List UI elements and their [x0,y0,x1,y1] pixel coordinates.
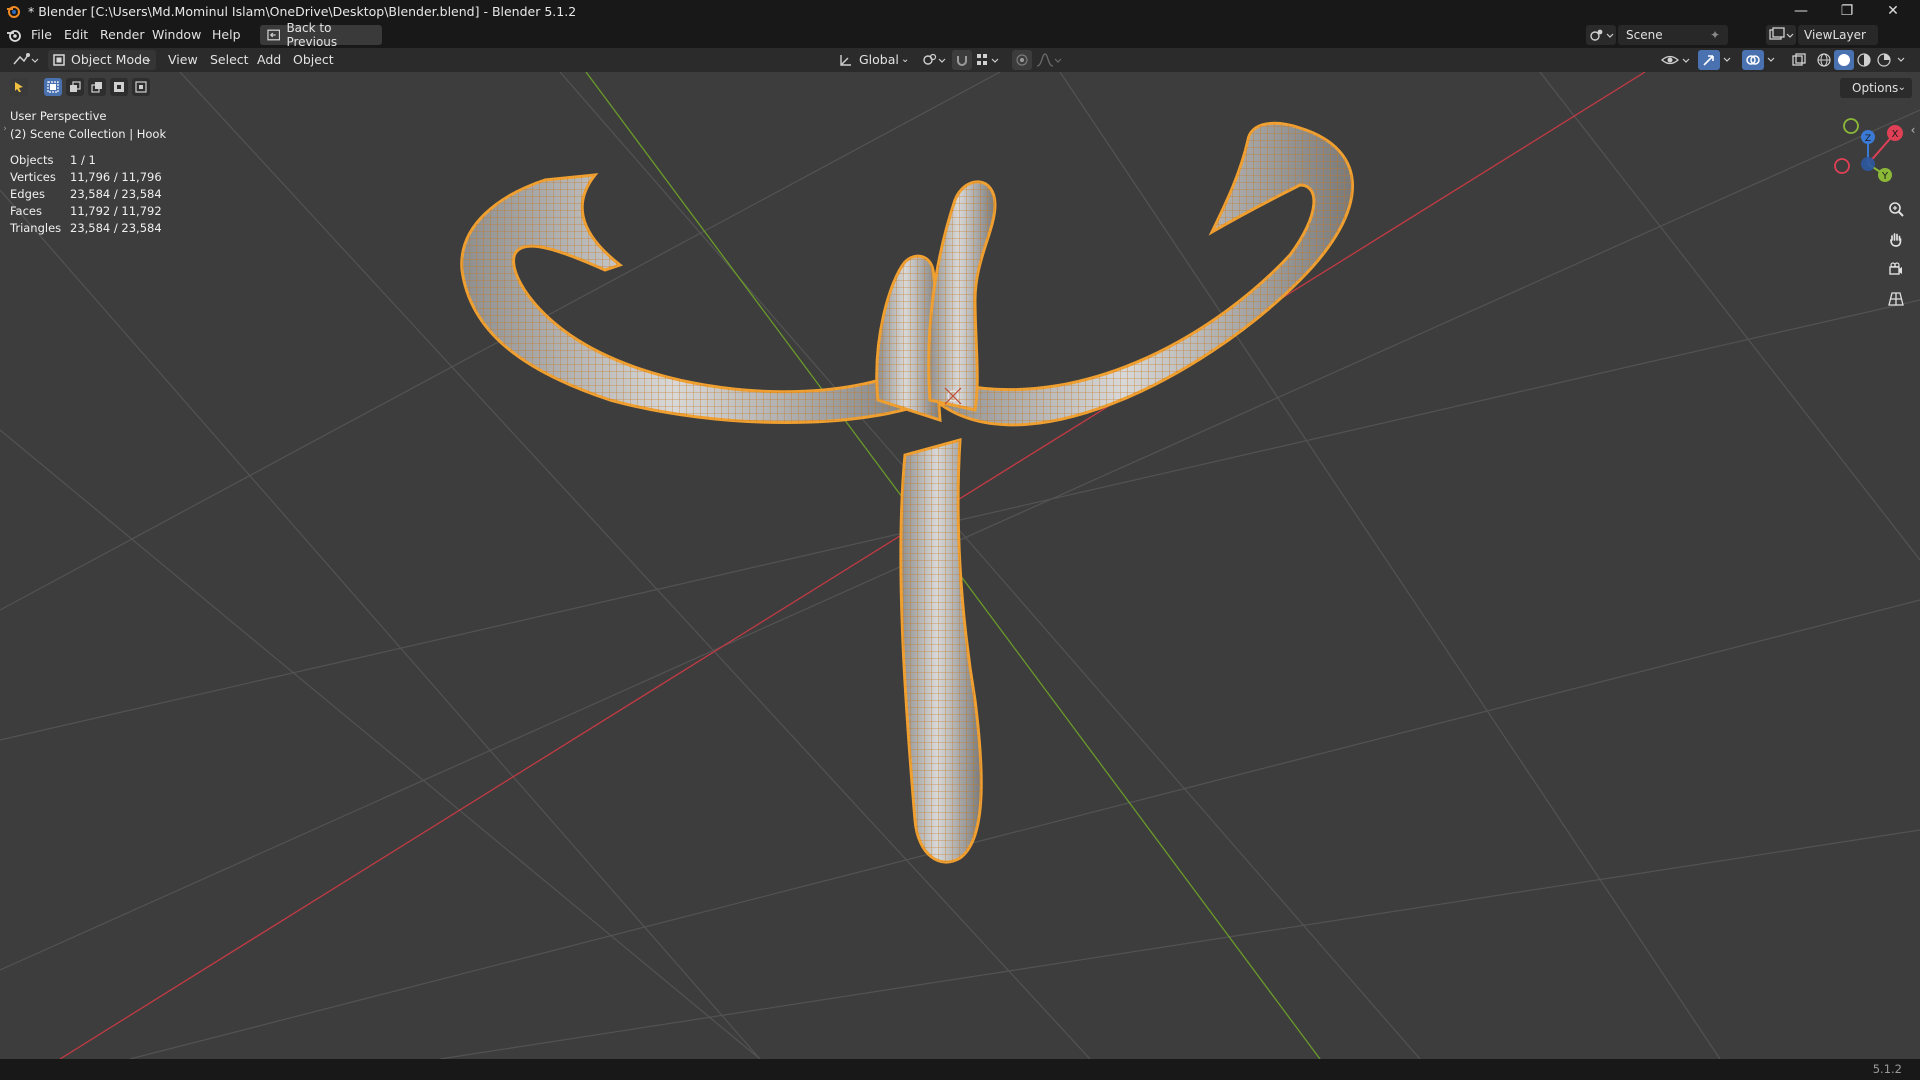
window-title: * Blender [C:\Users\Md.Mominul Islam\One… [28,3,577,19]
subtract-selection-icon[interactable] [88,78,106,96]
menu-file[interactable]: File [31,22,52,48]
menu-window[interactable]: Window [152,22,201,48]
scene-name: Scene [1626,28,1663,42]
snap-target-icon[interactable] [974,50,1002,70]
title-bar: * Blender [C:\Users\Md.Mominul Islam\One… [0,0,1920,22]
select-tool-row [10,78,150,96]
navigation-gizmo[interactable]: X Y Z [1834,118,1903,182]
menu-object[interactable]: Object [293,48,334,72]
camera-view-icon[interactable] [1884,257,1908,281]
menu-add[interactable]: Add [257,48,281,72]
options-label: Options [1852,81,1899,95]
gizmo-x-label: X [1892,129,1899,140]
view-layer-name-field[interactable]: ViewLayer [1798,25,1878,45]
orientation-axes-icon [840,55,851,66]
back-to-previous-label: Back to Previous [286,21,338,49]
restore-icon[interactable]: ❐ [1824,0,1870,22]
editor-type-icon[interactable] [10,50,40,70]
pin-icon[interactable]: ✦ [1710,25,1720,45]
back-to-previous-button[interactable]: Back to Previous [260,21,382,49]
minimize-icon[interactable]: — [1778,0,1824,22]
chevron-down-icon: ⌄ [1897,82,1906,93]
visibility-eye-icon[interactable] [1660,50,1692,70]
wireframe-shading-icon[interactable] [1814,50,1834,70]
set-new-selection-icon[interactable] [44,78,62,96]
chevron-down-icon[interactable] [1764,50,1778,70]
menu-edit[interactable]: Edit [64,22,88,48]
blender-menu-icon[interactable] [6,28,22,42]
scene-browse-button[interactable] [1586,25,1616,45]
invert-selection-icon[interactable] [110,78,128,96]
chevron-down-icon[interactable] [1894,50,1908,70]
stat-row-triangles: Triangles 23,584 / 23,584 [10,221,162,235]
menu-view[interactable]: View [168,48,198,72]
sidebar-toggle-icon[interactable]: ‹ [1908,122,1918,138]
viewport-header: Object Mode ⌄ View Select Add Object Glo… [0,48,1920,72]
stat-row-objects: Objects 1 / 1 [10,153,96,167]
gizmo-y-negative[interactable] [1843,118,1859,134]
transform-orientation-label: Global [859,52,899,67]
viewport-stats-overlay: User Perspective (2) Scene Collection | … [10,108,166,237]
xray-toggle-icon[interactable] [1788,50,1810,70]
close-icon[interactable]: ✕ [1870,0,1916,22]
viewport-scene[interactable]: X Y Z [0,72,1920,1059]
overlays-toggle-icon[interactable] [1742,50,1764,70]
status-bar: 5.1.2 [0,1059,1920,1080]
zoom-icon[interactable] [1884,197,1908,221]
gizmo-toggle-icon[interactable] [1698,50,1720,70]
transform-orientation-dropdown[interactable]: Global ⌄ [836,48,912,72]
menu-help[interactable]: Help [212,22,241,48]
perspective-grid-icon[interactable] [1884,287,1908,311]
gizmo-z-label: Z [1865,134,1871,144]
menu-select[interactable]: Select [210,48,249,72]
gizmo-y-label: Y [1881,171,1889,182]
top-menu-bar: File Edit Render Window Help Back to Pre… [0,21,1920,64]
view-layer-browse-button[interactable] [1766,25,1796,45]
active-collection: (2) Scene Collection | Hook [10,127,167,141]
stat-row-edges: Edges 23,584 / 23,584 [10,187,162,201]
rendered-shading-icon[interactable] [1874,50,1894,70]
pivot-point-icon[interactable] [920,50,948,70]
chevron-down-icon: ⌄ [144,54,153,65]
stat-row-faces: Faces 11,792 / 11,792 [10,204,162,218]
screen-back-icon [267,29,281,41]
solid-shading-icon[interactable] [1834,50,1854,70]
blender-logo-icon [7,6,20,18]
select-box-tool[interactable] [10,78,28,96]
options-dropdown[interactable]: Options ⌄ [1840,78,1912,98]
pan-hand-icon[interactable] [1884,227,1908,251]
x-axis-line [59,72,1646,1059]
view-layer-icon [1769,27,1794,40]
hook-mesh-object[interactable] [460,121,1354,864]
view-layer-name: ViewLayer [1804,28,1866,42]
3d-viewport[interactable]: X Y Z [0,72,1920,1059]
falloff-curve-icon[interactable] [1034,50,1062,70]
stat-row-vertices: Vertices 11,796 / 11,796 [10,170,162,184]
toolbar-expand-icon[interactable]: › [2,123,8,135]
viewport-navigation-buttons [1884,197,1908,311]
snap-toggle-icon[interactable] [952,50,972,70]
chevron-down-icon[interactable] [1720,50,1734,70]
blender-version: 5.1.2 [1872,1062,1902,1076]
object-mode-dropdown[interactable]: Object Mode ⌄ [48,50,156,70]
object-mode-label: Object Mode [71,52,150,67]
object-mode-icon [53,54,65,66]
view-name: User Perspective [10,109,107,123]
intersect-selection-icon[interactable] [132,78,150,96]
proportional-editing-icon[interactable] [1012,50,1032,70]
gizmo-z-negative[interactable] [1861,157,1875,171]
scene-icon [1590,29,1614,41]
chevron-down-icon: ⌄ [901,54,910,65]
scene-name-field[interactable]: Scene ✦ [1618,25,1728,45]
material-preview-icon[interactable] [1854,50,1874,70]
menu-render[interactable]: Render [100,22,145,48]
gizmo-x-negative[interactable] [1834,158,1850,174]
extend-selection-icon[interactable] [66,78,84,96]
